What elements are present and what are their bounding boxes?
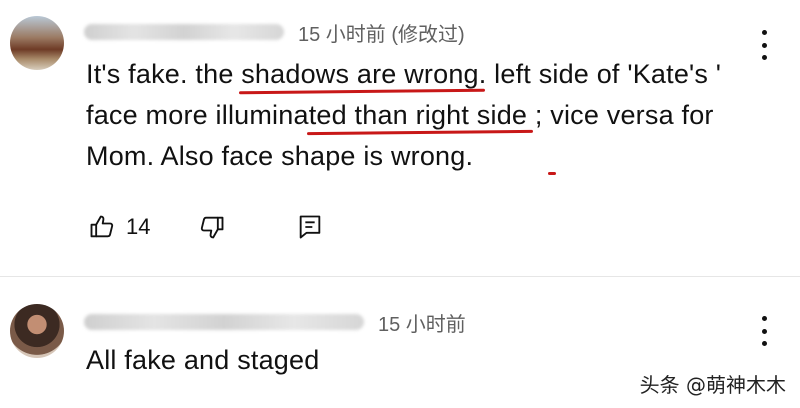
underlined-text: ted than right side: [308, 100, 528, 130]
avatar[interactable]: [10, 304, 64, 358]
underlined-text: shadows are wrong: [241, 59, 479, 89]
comment: 15 小时前 (修改过) It's fake. the shadows are …: [0, 0, 800, 270]
timestamp: 15 小时前: [378, 313, 466, 336]
author-name-blurred[interactable]: [84, 24, 284, 40]
dislike-button[interactable]: [198, 213, 226, 241]
divider: [0, 276, 800, 277]
thumb-up-icon: [90, 215, 114, 238]
watermark: 头条 @萌神木木: [639, 373, 786, 397]
comment-meta: 15 小时前 (修改过): [84, 18, 465, 46]
comment-actions: 14: [88, 212, 324, 242]
like-button[interactable]: 14: [88, 213, 150, 241]
timestamp: 15 小时前 (修改过): [298, 23, 465, 46]
more-vert-icon: [761, 316, 767, 321]
reply-button[interactable]: [296, 213, 324, 241]
comment-thread: 15 小时前 (修改过) It's fake. the shadows are …: [0, 0, 800, 408]
more-vert-icon: [761, 30, 767, 35]
reply-icon: [300, 215, 321, 239]
avatar[interactable]: [10, 16, 64, 70]
comment-text: It's fake. the shadows are wrong. left s…: [86, 59, 722, 171]
like-count: 14: [126, 214, 151, 239]
thumb-down-icon: [201, 216, 224, 239]
author-name-blurred[interactable]: [84, 314, 364, 330]
comment-meta: 15 小时前: [84, 308, 466, 336]
